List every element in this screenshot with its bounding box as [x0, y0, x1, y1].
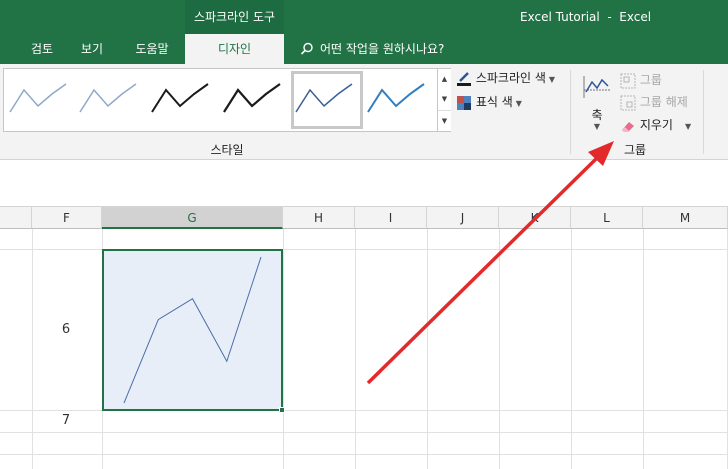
annotation-arrow: [366, 141, 614, 385]
